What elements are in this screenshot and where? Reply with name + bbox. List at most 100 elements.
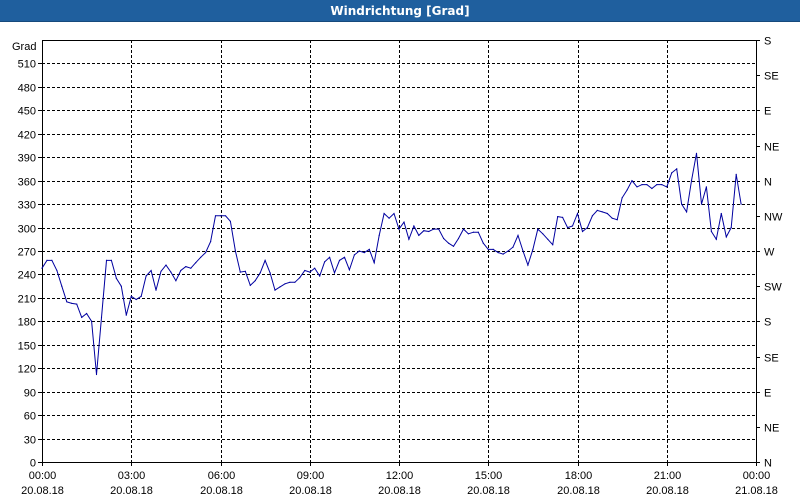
x-tick-time: 09:00 (297, 470, 325, 482)
y-tick-label: 360 (18, 177, 36, 189)
data-point (537, 228, 539, 230)
y-tick-label: 30 (24, 435, 36, 447)
data-point (165, 264, 167, 266)
y-right-tick-label: NE (764, 423, 779, 435)
data-point (631, 180, 633, 182)
data-point (195, 262, 197, 264)
data-point (567, 227, 569, 229)
data-point (100, 316, 103, 318)
data-point (155, 289, 157, 291)
data-point (651, 187, 653, 190)
x-tick-date: 20.08.18 (467, 485, 510, 497)
data-point (725, 236, 727, 238)
x-tick-time: 12:00 (386, 470, 414, 482)
data-point (641, 184, 643, 186)
data-point (552, 244, 554, 246)
data-point (76, 303, 78, 305)
data-point (492, 248, 494, 250)
data-point (690, 180, 693, 182)
data-point (730, 227, 732, 229)
data-point (338, 259, 341, 261)
data-point (105, 259, 108, 261)
data-point (368, 248, 370, 250)
data-point (373, 262, 375, 264)
data-point (51, 259, 53, 261)
data-point (180, 269, 182, 272)
data-point (735, 173, 737, 175)
y-right-tick-label: E (764, 388, 771, 400)
y-right-tick-label: N (764, 458, 772, 470)
data-point (41, 267, 43, 269)
data-point (576, 212, 579, 215)
data-point (606, 212, 608, 215)
data-point (517, 234, 519, 236)
data-point (398, 228, 400, 230)
y-tick-label: 330 (18, 200, 36, 212)
data-point (626, 189, 628, 191)
data-point (586, 227, 589, 229)
data-point (512, 246, 514, 248)
x-tick-date: 20.08.18 (21, 485, 64, 497)
x-tick-time: 18:00 (565, 470, 593, 482)
y-tick-label: 480 (18, 83, 36, 95)
x-tick-time: 03:00 (118, 470, 146, 482)
data-point (160, 270, 162, 272)
data-point (571, 225, 574, 227)
data-point (61, 285, 63, 287)
data-point (130, 295, 132, 297)
data-point (140, 295, 142, 297)
y-axis-label: Grad (12, 41, 36, 53)
y-right-tick-label: SW (764, 282, 782, 294)
data-point (309, 271, 311, 273)
x-tick-date: 20.08.18 (378, 485, 421, 497)
data-point (477, 231, 479, 233)
data-point (284, 283, 286, 285)
data-point (110, 259, 112, 261)
data-point (324, 261, 326, 263)
data-point (239, 271, 241, 273)
data-point (656, 184, 658, 186)
data-point (591, 215, 594, 217)
series-wind-direction (41, 152, 742, 376)
data-point (378, 234, 380, 236)
data-point (423, 230, 425, 232)
data-point (715, 238, 717, 240)
data-point (333, 272, 336, 274)
x-tick-time: 00:00 (29, 470, 57, 482)
data-point (269, 272, 271, 274)
data-point (214, 215, 217, 217)
data-point (438, 228, 440, 230)
data-point (319, 275, 321, 277)
y-right-tick-label: W (764, 247, 775, 259)
data-point (279, 286, 281, 288)
y-tick-label: 240 (18, 270, 36, 282)
data-point (86, 312, 88, 315)
data-point (596, 209, 598, 211)
data-point (443, 237, 445, 240)
data-point (254, 280, 256, 282)
y-tick-label: 270 (18, 247, 36, 259)
data-point (289, 281, 291, 283)
data-point (185, 266, 187, 268)
y-tick-label: 420 (18, 130, 36, 142)
data-point (343, 256, 346, 258)
x-tick-date: 20.08.18 (557, 485, 600, 497)
data-point (542, 233, 544, 235)
y-axis-right: N NE E SE S SW W NW N NE E SE S (756, 36, 783, 470)
data-point (601, 211, 603, 213)
data-point (527, 264, 529, 266)
y-tick-label: 120 (18, 364, 36, 376)
data-point (388, 217, 390, 219)
x-tick-date: 20.08.18 (289, 485, 332, 497)
data-point (448, 242, 450, 244)
data-point (348, 269, 350, 271)
y-tick-label: 450 (18, 106, 36, 118)
data-point (145, 275, 147, 277)
data-point (611, 217, 613, 219)
grid-lines (42, 40, 756, 462)
data-point (95, 373, 98, 376)
data-point (71, 302, 73, 304)
data-point (314, 267, 316, 269)
data-point (115, 277, 117, 279)
data-point (428, 230, 430, 233)
